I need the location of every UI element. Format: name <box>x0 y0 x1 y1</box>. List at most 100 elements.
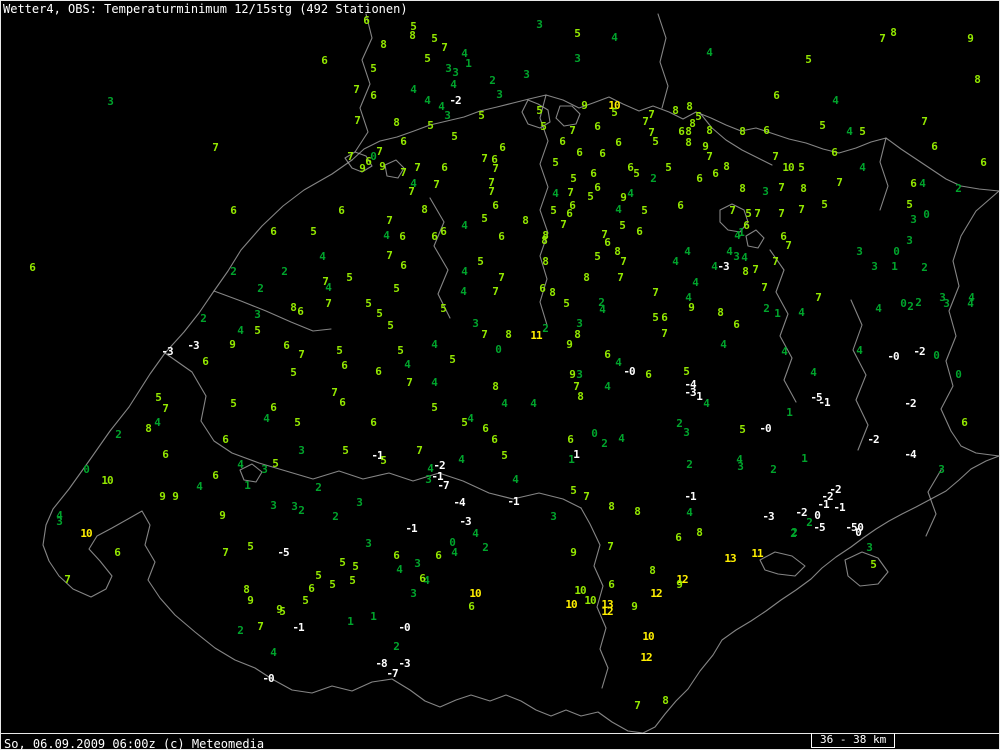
station-temp: 6 <box>212 468 219 482</box>
station-temp: 3 <box>270 498 277 512</box>
station-temp: 4 <box>472 526 479 540</box>
station-temp: 6 <box>440 224 447 238</box>
station-temp: 4 <box>798 305 805 319</box>
station-temp: 6 <box>677 198 684 212</box>
station-temp: 3 <box>452 65 459 79</box>
station-temp: 4 <box>846 124 853 138</box>
station-temp: 8 <box>583 270 590 284</box>
station-temp: 9 <box>688 300 695 314</box>
station-temp: 0 <box>933 348 940 362</box>
station-temp: 5 <box>365 296 372 310</box>
station-temp: 5 <box>859 124 866 138</box>
station-temp: 4 <box>781 344 788 358</box>
station-temp: 1 <box>786 405 793 419</box>
station-temp: 10 <box>584 593 596 607</box>
station-temp: 5 <box>387 318 394 332</box>
station-temp: 8 <box>739 181 746 195</box>
station-temp: 4 <box>859 160 866 174</box>
station-temp: 1 <box>801 451 808 465</box>
station-temp: 0 <box>495 342 502 356</box>
station-temp: 1 <box>568 452 575 466</box>
station-temp: -0 <box>887 349 899 363</box>
station-temp: 5 <box>570 483 577 497</box>
station-temp: 4 <box>450 77 457 91</box>
station-temp: 4 <box>404 357 411 371</box>
station-temp: -3 <box>187 338 199 352</box>
station-temp: 7 <box>798 202 805 216</box>
station-temp: 1 <box>465 56 472 70</box>
station-temp: 12 <box>601 604 613 618</box>
station-temp: 7 <box>607 539 614 553</box>
station-temp: 7 <box>921 114 928 128</box>
station-temp: 7 <box>347 149 354 163</box>
station-temp: 4 <box>919 176 926 190</box>
station-temp: 4 <box>720 337 727 351</box>
station-temp: 7 <box>414 160 421 174</box>
station-temp: 5 <box>574 26 581 40</box>
station-temp: 6 <box>29 260 36 274</box>
station-temp: 3 <box>56 514 63 528</box>
station-temp: -2 <box>904 396 916 410</box>
station-temp: 8 <box>409 28 416 42</box>
station-temp: 6 <box>419 571 426 585</box>
station-temp: 9 <box>570 545 577 559</box>
station-temp: 7 <box>376 144 383 158</box>
station-temp: 6 <box>499 140 506 154</box>
station-temp: 4 <box>692 275 699 289</box>
station-temp: 4 <box>672 254 679 268</box>
station-temp: 5 <box>329 577 336 591</box>
station-temp: 7 <box>648 107 655 121</box>
station-temp: 8 <box>685 135 692 149</box>
station-temp: 10 <box>80 526 92 540</box>
station-temp: 2 <box>200 311 207 325</box>
station-temp: -5 <box>813 520 825 534</box>
station-temp: 7 <box>408 184 415 198</box>
station-temp: 4 <box>703 396 710 410</box>
station-temp: 5 <box>745 206 752 220</box>
map-canvas: 3 7 6 5 8 5 8 7 6 4 5 1 5 3 3 2 4 7 4 3 6 4 -2 4 3 5 7 8 5 5 6 6 7 7 0 6 7 6 9… <box>0 0 1000 733</box>
station-temp: 4 <box>424 93 431 107</box>
scale-label: 36 - 38 km <box>820 733 887 746</box>
station-temp: 7 <box>752 262 759 276</box>
station-temp: 1 <box>370 609 377 623</box>
station-temp: 6 <box>297 304 304 318</box>
station-temp: 8 <box>686 99 693 113</box>
station-temp: 5 <box>798 160 805 174</box>
station-temp: 3 <box>910 212 917 226</box>
station-temp: 5 <box>279 604 286 618</box>
station-temp: 6 <box>400 134 407 148</box>
station-temp: 3 <box>298 443 305 457</box>
station-temp: 8 <box>634 504 641 518</box>
station-temp: 7 <box>569 123 576 137</box>
station-temp: 5 <box>695 109 702 123</box>
station-temp: 4 <box>196 479 203 493</box>
station-temp: 5 <box>552 155 559 169</box>
station-temp: 4 <box>684 244 691 258</box>
station-temp: 7 <box>222 545 229 559</box>
station-temp: 12 <box>640 650 652 664</box>
footer-timestamp: So, 06.09.2009 06:00z (c) Meteomedia <box>4 737 265 750</box>
station-temp: 4 <box>604 379 611 393</box>
station-temp: 2 <box>650 171 657 185</box>
station-temp: 4 <box>552 186 559 200</box>
station-temp: 6 <box>222 432 229 446</box>
station-temp: 6 <box>435 548 442 562</box>
station-temp: 8 <box>706 123 713 137</box>
station-temp: 3 <box>414 556 421 570</box>
station-temp: 5 <box>431 400 438 414</box>
station-temp: 4 <box>501 396 508 410</box>
station-temp: 7 <box>642 114 649 128</box>
station-temp: 6 <box>399 229 406 243</box>
station-temp: 6 <box>910 176 917 190</box>
station-temp: 6 <box>733 317 740 331</box>
station-temp: 5 <box>611 105 618 119</box>
station-temp: 3 <box>576 367 583 381</box>
station-temp: 8 <box>608 499 615 513</box>
station-temp: 10 <box>642 629 654 643</box>
station-temp: 7 <box>498 270 505 284</box>
station-temp: 4 <box>431 337 438 351</box>
station-temp: 4 <box>832 93 839 107</box>
station-temp: 5 <box>906 197 913 211</box>
station-temp: -4 <box>453 495 465 509</box>
station-temp: 6 <box>393 548 400 562</box>
